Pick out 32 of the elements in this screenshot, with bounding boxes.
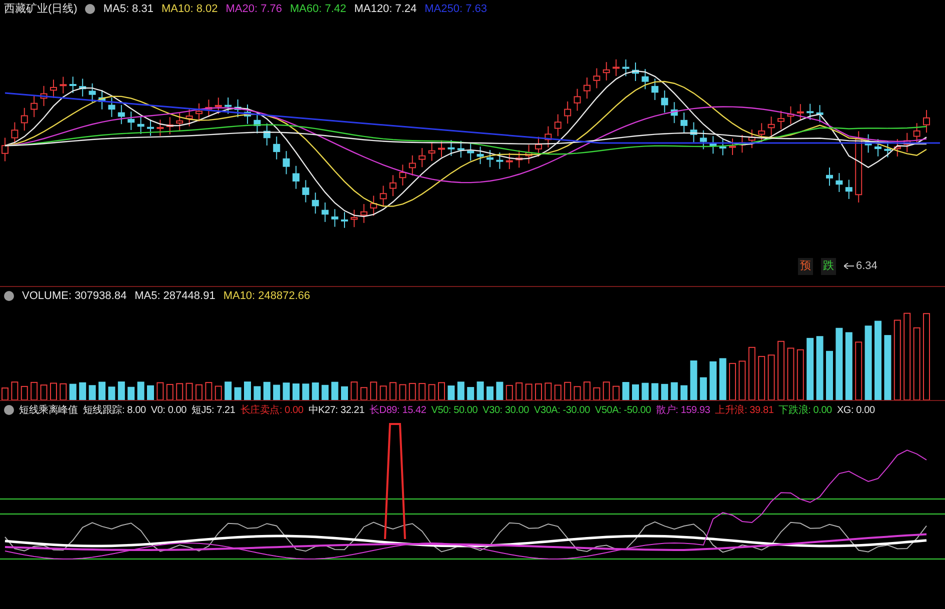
legend-value: MA250: 7.63 xyxy=(424,2,488,17)
legend-value: MA60: 7.42 xyxy=(290,2,346,17)
low-price-label: 6.34 xyxy=(856,259,878,274)
legend-value: MA5: 287448.91 xyxy=(134,288,216,304)
legend-value: V30A: -30.00 xyxy=(534,404,590,418)
legend-value: 短J5: 7.21 xyxy=(192,404,236,418)
collapse-icon[interactable] xyxy=(4,405,14,415)
legend-value: VOLUME: 307938.84 xyxy=(22,288,127,304)
legend-value: 长D89: 15.42 xyxy=(370,404,426,418)
legend-value: V50: 50.00 xyxy=(431,404,478,418)
legend-value: MA10: 8.02 xyxy=(161,2,218,17)
legend-value: MA120: 7.24 xyxy=(354,2,417,17)
legend-value: 散户: 159.93 xyxy=(656,404,710,418)
signal-marker: 预 xyxy=(798,258,813,274)
legend-value: 短线跟踪: 8.00 xyxy=(82,404,146,418)
collapse-icon[interactable] xyxy=(4,291,14,301)
legend-value: 短线乘离峰值 xyxy=(19,404,78,418)
legend-value: 上升浪: 39.81 xyxy=(715,404,774,418)
pane-title: 西藏矿业(日线) xyxy=(4,2,78,17)
legend-value: XG: 0.00 xyxy=(836,404,875,418)
legend-value: MA20: 7.76 xyxy=(226,2,282,17)
legend-value: V50A: -50.00 xyxy=(594,404,651,418)
legend-value: 下跌浪: 0.00 xyxy=(778,404,832,418)
legend-value: 中K27: 32.21 xyxy=(308,404,364,418)
legend-value: V30: 30.00 xyxy=(482,404,529,418)
legend-value: V0: 0.00 xyxy=(150,404,186,418)
legend-value: 长庄卖点: 0.00 xyxy=(240,404,304,418)
legend-value: MA5: 8.31 xyxy=(103,2,154,17)
legend-value: MA10: 248872.66 xyxy=(223,288,310,304)
signal-marker: 跌 xyxy=(821,258,836,274)
arrow-left-icon xyxy=(844,263,854,270)
collapse-icon[interactable] xyxy=(85,4,96,14)
